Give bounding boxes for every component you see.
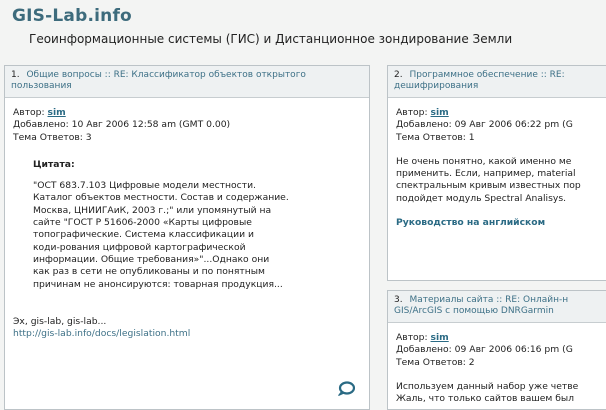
- quote-line: "ОСТ 683.7.103 Цифровые модели местности…: [33, 180, 256, 192]
- quote-line: коди-рования цифровой картографической: [33, 241, 246, 253]
- added-date: Добавлено: 09 Авг 2006 06:16 pm (G: [396, 344, 573, 356]
- quote-line: сайте "ГОСТ Р 51606-2000 «Карты цифровые: [33, 217, 252, 229]
- signature-link[interactable]: http://gis-lab.info/docs/legislation.htm…: [13, 328, 190, 339]
- post-title-link[interactable]: Материалы сайта :: RE: Онлайн-н GIS/ArcGI…: [394, 295, 568, 316]
- author-link[interactable]: sim: [431, 332, 449, 343]
- body-line: Жаль, что только сайтов вашем был: [396, 393, 575, 405]
- author-link[interactable]: sim: [431, 107, 449, 118]
- body-line: Не очень понятно, какой именно ме: [396, 155, 572, 167]
- body-line: подойдет модуль Spectral Analisys.: [396, 192, 567, 204]
- reply-count: Тема Ответов: 3: [13, 131, 92, 143]
- quote-line: Москва, ЦНИИГАиК, 2003 г.;" или упомянут…: [33, 204, 272, 216]
- post-title-link[interactable]: Общие вопросы :: RE: Классификатор объек…: [11, 70, 306, 91]
- quote-line: топографические. Система классификации и: [33, 229, 255, 241]
- post-title-line: GIS/ArcGIS с помощью DNRGarmin: [394, 306, 554, 316]
- post-header: 3. Материалы сайта :: RE: Онлайн-н GIS/Ar…: [388, 291, 606, 323]
- post-body: Автор: sim Добавлено: 09 Авг 2006 06:16 …: [388, 323, 606, 405]
- post-number: 3.: [394, 295, 403, 305]
- author-row: Автор: sim: [396, 332, 603, 344]
- post-card-2: 2. Программное обеспечение :: RE: дешифр…: [387, 65, 606, 281]
- post-body: Автор: sim Добавлено: 09 Авг 2006 06:22 …: [388, 98, 606, 229]
- reply-count: Тема Ответов: 2: [396, 356, 475, 368]
- quote-block: "ОСТ 683.7.103 Цифровые модели местности…: [33, 180, 323, 291]
- post-body: Автор: sim Добавлено: 10 Авг 2006 12:58 …: [5, 98, 369, 340]
- quote-label: Цитата:: [33, 158, 75, 170]
- site-tagline: Геоинформационные системы (ГИС) и Дистан…: [29, 32, 513, 46]
- post-card-1: 1. Общие вопросы :: RE: Классификатор об…: [4, 65, 370, 410]
- post-number: 2.: [394, 70, 403, 80]
- author-label: Автор:: [396, 332, 428, 343]
- body-line: спектральным кривым известных пор: [396, 180, 581, 192]
- added-date: Добавлено: 09 Авг 2006 06:22 pm (G: [396, 119, 573, 131]
- body-line: Используем данный набор уже четве: [396, 380, 579, 392]
- post-title-link[interactable]: Программное обеспечение :: RE: дешифриро…: [394, 70, 565, 91]
- comment-bubble-icon[interactable]: [337, 381, 355, 397]
- author-link[interactable]: sim: [48, 107, 66, 118]
- post-number: 1.: [11, 70, 20, 80]
- post-title-line: Программное обеспечение :: RE:: [409, 70, 565, 80]
- site-title[interactable]: GIS-Lab.info: [12, 6, 132, 26]
- quote-line: как раз в сети не опубликованы и по поня…: [33, 266, 265, 278]
- site-header: GIS-Lab.info Геоинформационные системы (…: [0, 0, 606, 58]
- author-label: Автор:: [396, 107, 428, 118]
- post-header: 1. Общие вопросы :: RE: Классификатор об…: [5, 66, 369, 98]
- quote-line: Каталог объектов местности. Состав и сод…: [33, 192, 289, 204]
- author-label: Автор:: [13, 107, 45, 118]
- quote-line: причинам не анонсируются: товарная проду…: [33, 278, 283, 290]
- post-title-line: дешифрирования: [394, 81, 479, 91]
- post-card-3: 3. Материалы сайта :: RE: Онлайн-н GIS/Ar…: [387, 290, 606, 410]
- manual-link[interactable]: Руководство на английском: [396, 217, 545, 228]
- author-row: Автор: sim: [396, 107, 603, 119]
- signature: Эх, gis-lab, gis-lab...: [13, 315, 107, 327]
- reply-count: Тема Ответов: 1: [396, 131, 475, 143]
- post-header: 2. Программное обеспечение :: RE: дешифр…: [388, 66, 606, 98]
- quote-line: информации. Общие требования»"...Однако …: [33, 253, 270, 265]
- author-row: Автор: sim: [13, 107, 361, 119]
- post-title-line: Материалы сайта :: RE: Онлайн-н: [409, 295, 569, 305]
- body-line: применить. Если, например, material: [396, 168, 576, 180]
- added-date: Добавлено: 10 Авг 2006 12:58 am (GMT 0.0…: [13, 119, 231, 131]
